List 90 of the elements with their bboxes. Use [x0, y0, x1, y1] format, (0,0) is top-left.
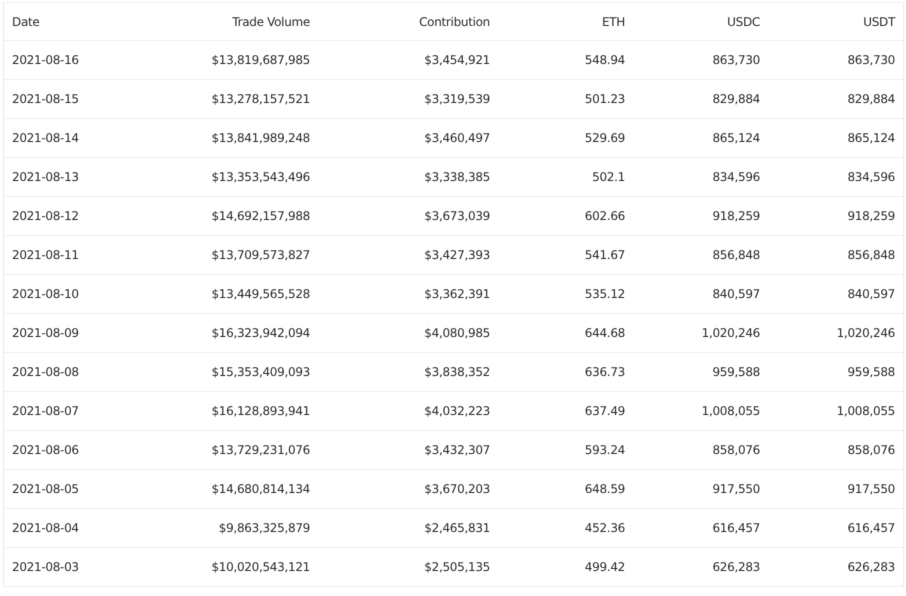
table-cell-text: 501.23: [584, 92, 626, 106]
table-cell-text: 865,124: [711, 131, 761, 145]
table-cell-text: 499.42: [584, 560, 626, 574]
table-cell-text: 829,884: [846, 92, 896, 106]
table-cell-text: $3,838,352: [423, 365, 491, 379]
table-cell-text: 1,020,246: [836, 326, 896, 340]
table-cell-text: 834,596: [711, 170, 761, 184]
table-cell-text: 1,008,055: [700, 404, 761, 418]
table-cell-text: 2021-08-13: [11, 170, 80, 184]
table-cell-text: 2021-08-12: [11, 209, 80, 223]
table-cell-text: $3,338,385: [423, 170, 491, 184]
table-cell-text: 548.94: [584, 53, 626, 67]
table-cell-text: $14,680,814,134: [210, 482, 311, 496]
table-cell-text: 2021-08-09: [11, 326, 80, 340]
table-cell-text: $4,080,985: [423, 326, 491, 340]
column-header: Date: [11, 14, 40, 28]
table-cell-text: 616,457: [711, 521, 761, 535]
table-cell-text: 602.66: [584, 209, 626, 223]
table-cell-text: 452.36: [584, 521, 626, 535]
table-cell-text: $13,841,989,248: [210, 131, 311, 145]
table-cell-text: 2021-08-14: [11, 131, 80, 145]
table-cell-text: $3,432,307: [423, 443, 491, 457]
table-cell-text: $14,692,157,988: [210, 209, 311, 223]
table-cell-text: $3,454,921: [423, 53, 491, 67]
table-cell-text: $3,673,039: [423, 209, 491, 223]
table-cell-text: 2021-08-15: [11, 92, 80, 106]
table-cell-text: $3,319,539: [423, 92, 491, 106]
table-cell-text: 535.12: [584, 287, 626, 301]
table-cell-text: 2021-08-08: [11, 365, 80, 379]
table-cell-text: 918,259: [846, 209, 896, 223]
table-cell-text: $13,278,157,521: [210, 92, 311, 106]
table-cell-text: 2021-08-05: [11, 482, 80, 496]
table-cell-text: 637.49: [584, 404, 626, 418]
table-cell-text: 840,597: [846, 287, 896, 301]
table-cell-text: 502.1: [591, 170, 626, 184]
table-cell-text: $9,863,325,879: [218, 521, 311, 535]
table-cell-text: $3,670,203: [423, 482, 491, 496]
column-header: USDC: [726, 14, 761, 28]
table-cell-text: 856,848: [846, 248, 896, 262]
table-cell-text: $13,353,543,496: [210, 170, 311, 184]
table-cell-text: $13,449,565,528: [210, 287, 311, 301]
table-cell-text: $16,323,942,094: [210, 326, 311, 340]
table-cell-text: $3,427,393: [423, 248, 491, 262]
table-cell-text: $10,020,543,121: [210, 560, 311, 574]
table-cell-text: 858,076: [846, 443, 896, 457]
table-cell-text: 593.24: [584, 443, 626, 457]
table-cell-text: 917,550: [846, 482, 896, 496]
table-cell-text: 863,730: [711, 53, 761, 67]
table-cell-text: 626,283: [711, 560, 761, 574]
table-cell-text: 856,848: [711, 248, 761, 262]
table-cell-text: $13,729,231,076: [210, 443, 311, 457]
table-cell-text: 858,076: [711, 443, 761, 457]
table-cell-text: 829,884: [711, 92, 761, 106]
table-cell-text: 2021-08-03: [11, 560, 80, 574]
table-cell-text: 2021-08-06: [11, 443, 80, 457]
table-cell-text: $13,709,573,827: [210, 248, 311, 262]
table-cell-text: 2021-08-10: [11, 287, 80, 301]
table-cell-text: $3,460,497: [423, 131, 491, 145]
table-cell-text: $16,128,893,941: [210, 404, 311, 418]
table-cell-text: 917,550: [711, 482, 761, 496]
table-cell-text: $3,362,391: [423, 287, 491, 301]
table-cell-text: 2021-08-07: [11, 404, 80, 418]
table-cell-text: 959,588: [711, 365, 761, 379]
table-cell-text: 644.68: [584, 326, 626, 340]
table-cell-text: 616,457: [846, 521, 896, 535]
table-cell-text: 834,596: [846, 170, 896, 184]
table-cell-text: $4,032,223: [423, 404, 491, 418]
table-cell-text: 648.59: [584, 482, 626, 496]
column-header: ETH: [600, 14, 626, 28]
table-cell-text: 541.67: [584, 248, 626, 262]
column-header: USDT: [862, 14, 896, 28]
table-cell-text: 863,730: [846, 53, 896, 67]
table-cell-text: 2021-08-16: [11, 53, 80, 67]
column-header: Trade Volume: [231, 14, 311, 28]
column-header: Contribution: [418, 14, 491, 28]
table-cell-text: 918,259: [711, 209, 761, 223]
table-cell-text: 2021-08-04: [11, 521, 80, 535]
table-cell-text: $2,465,831: [423, 521, 491, 535]
table-cell-text: 959,588: [846, 365, 896, 379]
table-cell-text: 626,283: [846, 560, 896, 574]
table-cell-text: $13,819,687,985: [210, 53, 311, 67]
table-cell-text: 636.73: [584, 365, 626, 379]
table-cell-text: 865,124: [846, 131, 896, 145]
table-cell-text: $2,505,135: [423, 560, 491, 574]
table-cell-text: $15,353,409,093: [210, 365, 311, 379]
table-cell-text: 1,020,246: [700, 326, 761, 340]
table-cell-text: 840,597: [711, 287, 761, 301]
table-cell-text: 2021-08-11: [11, 248, 80, 262]
table-cell-text: 529.69: [584, 131, 626, 145]
table-cell-text: 1,008,055: [836, 404, 896, 418]
